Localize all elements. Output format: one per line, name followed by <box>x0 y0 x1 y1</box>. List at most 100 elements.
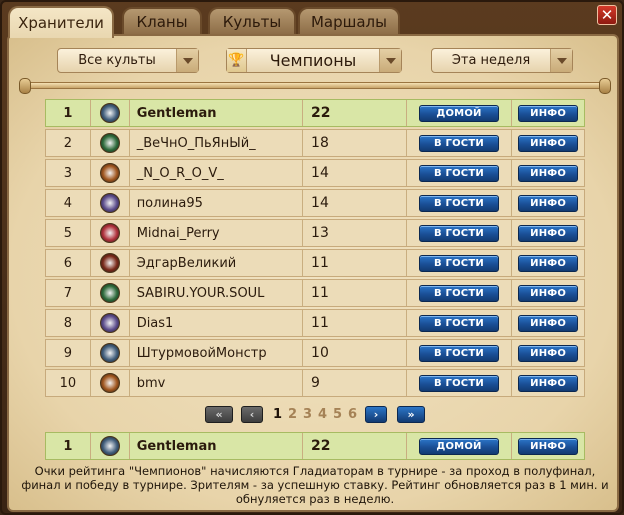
info-button[interactable]: ИНФО <box>518 437 579 455</box>
visit-button[interactable]: В ГОСТИ <box>418 194 499 212</box>
info-button[interactable]: ИНФО <box>518 284 579 302</box>
red-cult-icon <box>99 223 120 243</box>
rank-cell: 9 <box>46 340 91 366</box>
info-button[interactable]: ИНФО <box>518 374 579 392</box>
table-row: 4 полина95 14 В ГОСТИ ИНФО <box>45 189 585 217</box>
period-filter-dropdown[interactable]: Эта неделя <box>431 48 573 73</box>
cult-filter-dropdown[interactable]: Все культы <box>57 48 199 73</box>
info-button[interactable]: ИНФО <box>518 194 579 212</box>
scroll-rod-right-knob <box>599 78 611 94</box>
tab-clans[interactable]: Кланы <box>122 7 202 35</box>
action-cell: ДОМОЙ <box>407 433 513 459</box>
home-button[interactable]: ДОМОЙ <box>418 104 499 122</box>
category-filter-dropdown[interactable]: 🏆 Чемпионы <box>226 48 402 73</box>
table-row: 7 SABIRU.YOUR.SOUL 11 В ГОСТИ ИНФО <box>45 279 585 307</box>
tab-marshals[interactable]: Маршалы <box>298 7 400 35</box>
chevron-down-icon <box>176 49 198 72</box>
purple-cult-icon <box>99 193 120 213</box>
table-row: 5 Midnai_Perry 13 В ГОСТИ ИНФО <box>45 219 585 247</box>
score-value: 11 <box>303 280 407 306</box>
rating-window: Хранители Кланы Культы Маршалы ✕ Все кул… <box>0 0 624 515</box>
page-number[interactable]: 3 <box>303 407 312 422</box>
info-cell: ИНФО <box>512 433 584 459</box>
action-cell: В ГОСТИ <box>407 190 513 216</box>
visit-button[interactable]: В ГОСТИ <box>418 254 499 272</box>
action-cell: В ГОСТИ <box>407 310 513 336</box>
white-cult-icon <box>99 343 120 363</box>
table-row: 1 Gentleman 22 ДОМОЙ ИНФО <box>45 432 585 460</box>
visit-button[interactable]: В ГОСТИ <box>418 284 499 302</box>
visit-button[interactable]: В ГОСТИ <box>418 344 499 362</box>
score-value: 18 <box>303 130 407 156</box>
visit-button[interactable]: В ГОСТИ <box>418 314 499 332</box>
home-button[interactable]: ДОМОЙ <box>418 437 499 455</box>
info-button[interactable]: ИНФО <box>518 314 579 332</box>
score-value: 11 <box>303 310 407 336</box>
last-page-button[interactable]: » <box>397 406 425 423</box>
info-cell: ИНФО <box>512 340 584 366</box>
tab-keepers[interactable]: Хранители <box>8 6 114 38</box>
player-name: SABIRU.YOUR.SOUL <box>130 280 304 306</box>
cult-cell <box>91 130 130 156</box>
orange-cult-icon <box>99 163 120 183</box>
rank-cell: 10 <box>46 370 91 396</box>
score-value: 14 <box>303 190 407 216</box>
chevron-down-icon <box>550 49 572 72</box>
player-name: bmv <box>130 370 304 396</box>
next-page-button[interactable]: › <box>365 406 387 423</box>
info-cell: ИНФО <box>512 220 584 246</box>
page-number[interactable]: 4 <box>318 407 327 422</box>
first-page-button[interactable]: « <box>205 406 233 423</box>
prev-page-button[interactable]: ‹ <box>241 406 263 423</box>
visit-button[interactable]: В ГОСТИ <box>418 374 499 392</box>
info-button[interactable]: ИНФО <box>518 134 579 152</box>
info-button[interactable]: ИНФО <box>518 104 579 122</box>
cult-cell <box>91 280 130 306</box>
rank-cell: 1 <box>46 433 91 459</box>
table-row: 8 Dias1 11 В ГОСТИ ИНФО <box>45 309 585 337</box>
info-button[interactable]: ИНФО <box>518 344 579 362</box>
player-name: Dias1 <box>130 310 304 336</box>
score-value: 9 <box>303 370 407 396</box>
rank-cell: 4 <box>46 190 91 216</box>
cult-cell <box>91 220 130 246</box>
table-row: 2 _ВеЧнО_ПьЯнЫй_ 18 В ГОСТИ ИНФО <box>45 129 585 157</box>
green-cult-icon <box>99 133 120 153</box>
player-name: Gentleman <box>130 433 304 459</box>
action-cell: В ГОСТИ <box>407 280 513 306</box>
cult-cell <box>91 100 130 126</box>
table-row: 9 ШтурмовойМонстр 10 В ГОСТИ ИНФО <box>45 339 585 367</box>
player-name: Gentleman <box>130 100 304 126</box>
visit-button[interactable]: В ГОСТИ <box>418 134 499 152</box>
white-cult-icon <box>99 436 120 456</box>
rank-cell: 3 <box>46 160 91 186</box>
action-cell: В ГОСТИ <box>407 130 513 156</box>
visit-button[interactable]: В ГОСТИ <box>418 224 499 242</box>
info-cell: ИНФО <box>512 370 584 396</box>
info-button[interactable]: ИНФО <box>518 164 579 182</box>
page-number[interactable]: 2 <box>288 407 297 422</box>
cult-cell <box>91 160 130 186</box>
info-cell: ИНФО <box>512 280 584 306</box>
info-button[interactable]: ИНФО <box>518 224 579 242</box>
table-row: 3 _N_O_R_O_V_ 14 В ГОСТИ ИНФО <box>45 159 585 187</box>
info-cell: ИНФО <box>512 130 584 156</box>
pagination: « ‹ 1 2 3 4 5 6 › » <box>9 404 621 424</box>
cult-cell <box>91 433 130 459</box>
cult-cell <box>91 340 130 366</box>
page-number[interactable]: 1 <box>273 407 282 422</box>
player-name: Midnai_Perry <box>130 220 304 246</box>
page-number[interactable]: 6 <box>348 407 357 422</box>
tab-cults[interactable]: Культы <box>208 7 296 35</box>
cult-cell <box>91 370 130 396</box>
action-cell: В ГОСТИ <box>407 370 513 396</box>
close-button[interactable]: ✕ <box>597 5 617 25</box>
chevron-down-icon <box>379 49 401 72</box>
info-button[interactable]: ИНФО <box>518 254 579 272</box>
info-cell: ИНФО <box>512 160 584 186</box>
player-name: ЭдгарВеликий <box>130 250 304 276</box>
scroll-rod-left-knob <box>19 78 31 94</box>
visit-button[interactable]: В ГОСТИ <box>418 164 499 182</box>
page-number[interactable]: 5 <box>333 407 342 422</box>
player-name: _N_O_R_O_V_ <box>130 160 304 186</box>
